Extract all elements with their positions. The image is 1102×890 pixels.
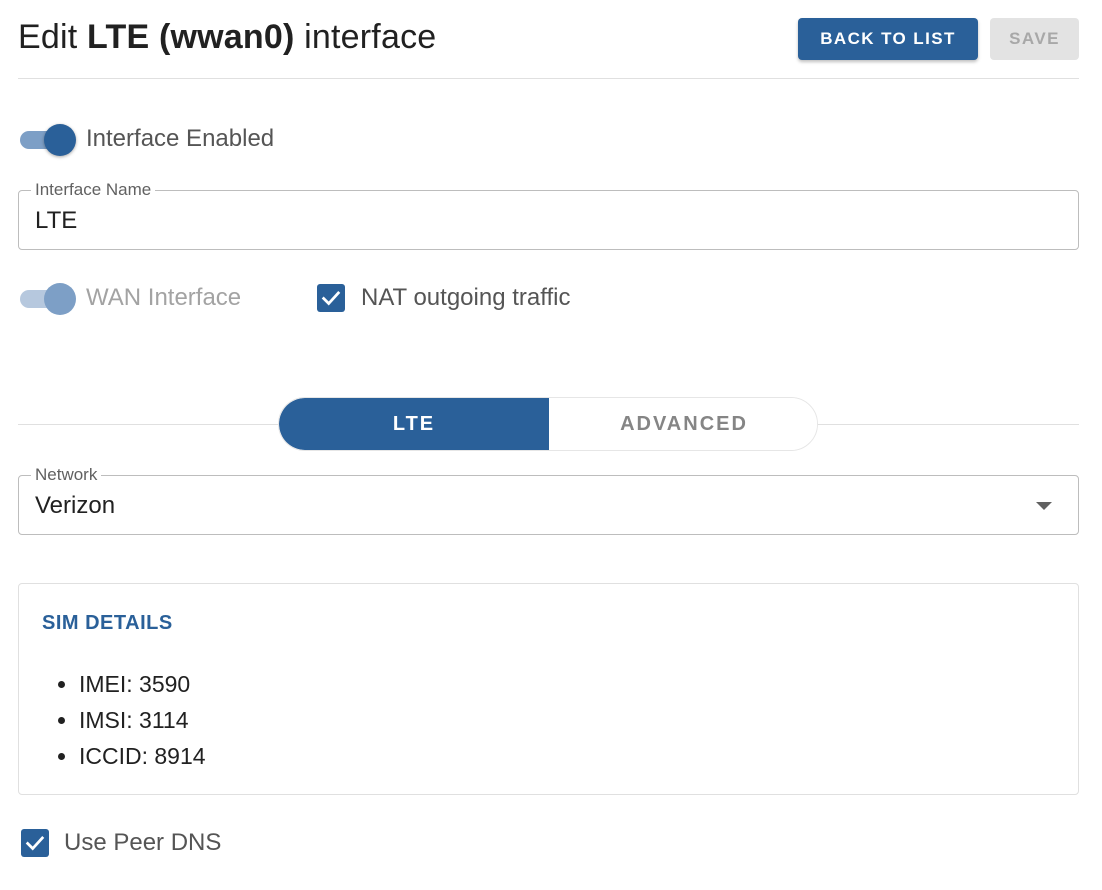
sim-iccid: ICCID: 8914 bbox=[79, 738, 206, 774]
page-header: Edit LTE (wwan0) interface BACK TO LIST … bbox=[18, 0, 1079, 79]
interface-name-legend: Interface Name bbox=[31, 180, 156, 200]
use-peer-dns-label: Use Peer DNS bbox=[64, 829, 222, 856]
sim-details-card: SIM DETAILS IMEI: 3590 IMSI: 3114 ICCID:… bbox=[18, 583, 1079, 795]
interface-enabled-label: Interface Enabled bbox=[86, 125, 275, 152]
switch-thumb bbox=[44, 124, 76, 156]
tab-bar: LTE ADVANCED bbox=[278, 397, 818, 451]
check-icon bbox=[25, 836, 45, 851]
sim-details-list: IMEI: 3590 IMSI: 3114 ICCID: 8914 bbox=[79, 666, 206, 774]
check-icon bbox=[321, 291, 341, 306]
interface-enabled-switch[interactable] bbox=[18, 122, 76, 156]
wan-interface-switch[interactable] bbox=[18, 281, 76, 315]
wan-interface-label: WAN Interface bbox=[86, 284, 242, 311]
interface-name-value: LTE bbox=[35, 207, 78, 234]
nat-outgoing-label: NAT outgoing traffic bbox=[361, 284, 571, 311]
network-value: Verizon bbox=[35, 492, 116, 519]
title-prefix: Edit bbox=[18, 18, 78, 56]
sim-imei: IMEI: 3590 bbox=[79, 666, 206, 702]
nat-outgoing-checkbox[interactable] bbox=[317, 284, 345, 312]
sim-imsi: IMSI: 3114 bbox=[79, 702, 206, 738]
switch-thumb bbox=[44, 283, 76, 315]
network-select[interactable]: Network Verizon bbox=[18, 465, 1079, 535]
use-peer-dns-checkbox[interactable] bbox=[21, 829, 49, 857]
tab-lte[interactable]: LTE bbox=[279, 398, 549, 450]
arrow-drop-down-icon[interactable] bbox=[1036, 502, 1052, 510]
title-suffix: interface bbox=[304, 18, 437, 56]
title-interface-name: LTE (wwan0) bbox=[87, 18, 295, 56]
interface-name-field[interactable]: Interface Name LTE bbox=[18, 180, 1079, 250]
save-button[interactable]: SAVE bbox=[990, 18, 1079, 60]
tab-advanced[interactable]: ADVANCED bbox=[549, 398, 817, 450]
back-to-list-button[interactable]: BACK TO LIST bbox=[798, 18, 978, 60]
page-title: Edit LTE (wwan0) interface bbox=[18, 18, 436, 57]
network-legend: Network bbox=[31, 465, 102, 485]
sim-details-title: SIM DETAILS bbox=[42, 612, 173, 634]
